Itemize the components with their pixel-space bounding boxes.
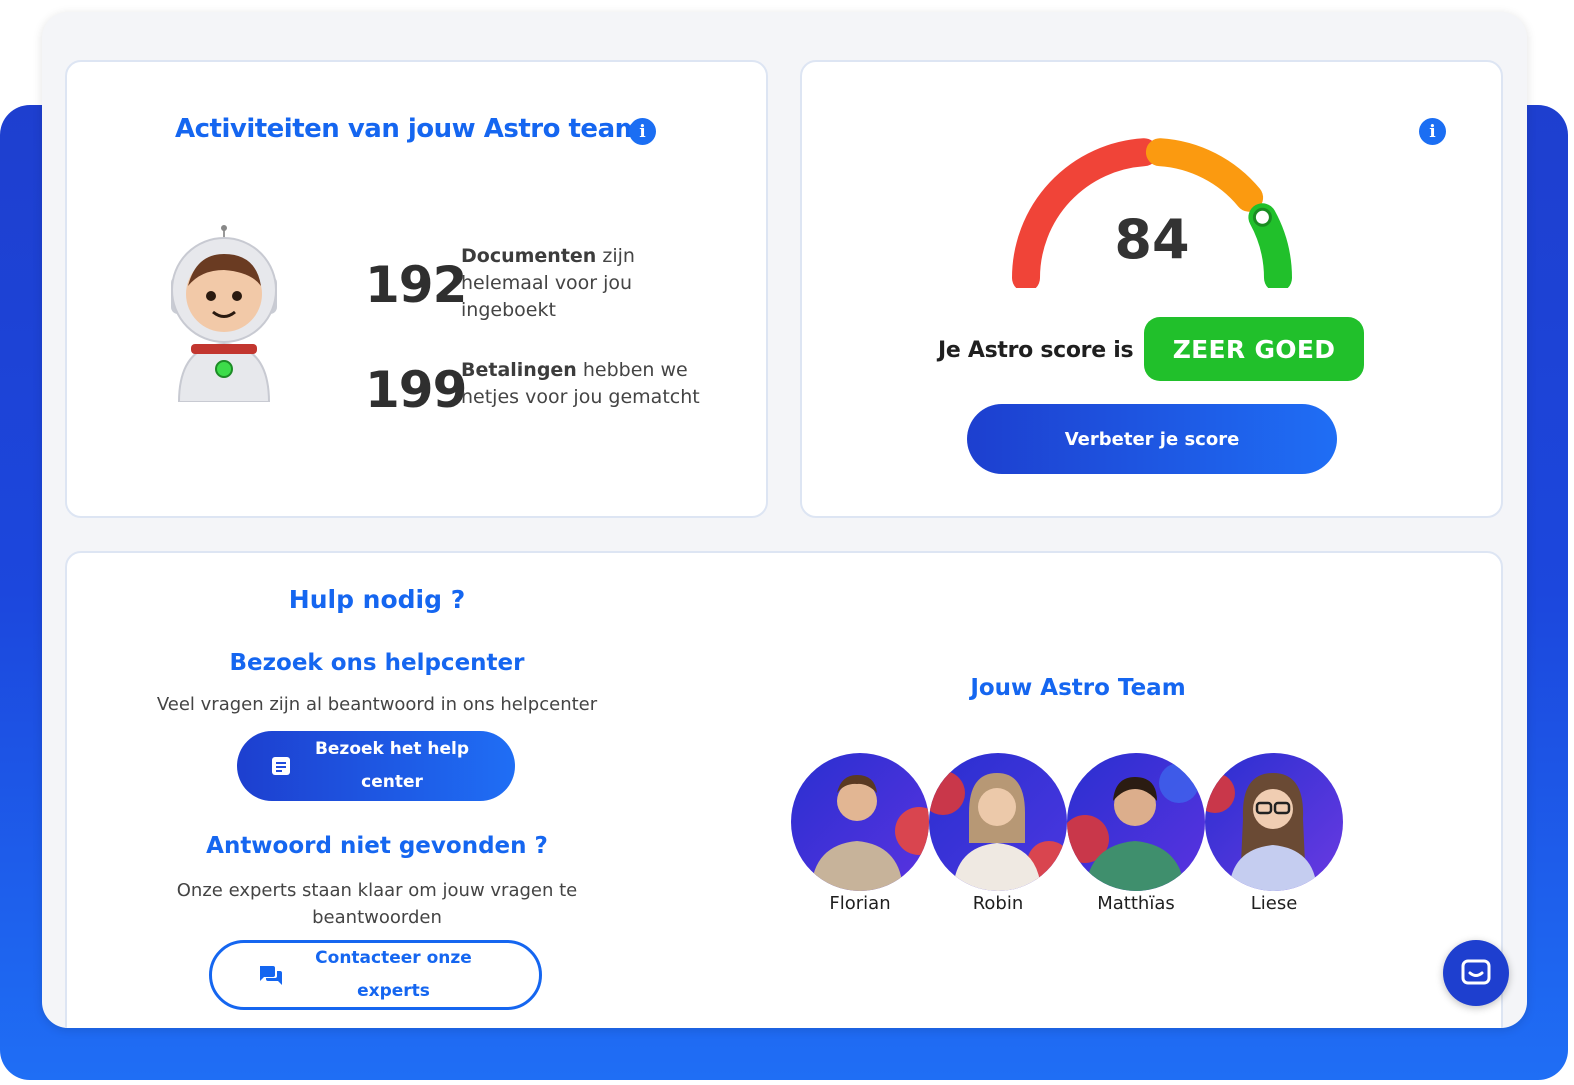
notfound-text: Onze experts staan klaar om jouw vragen … [176,880,578,928]
member-name: Liese [1250,893,1298,914]
improve-score-button[interactable]: Verbeter je score [967,404,1337,474]
stat-documents: 192 Documenten zijn helemaal voor jou in… [365,243,661,324]
dashboard-card: Activiteiten van jouw Astro team i 192 D… [42,12,1527,1028]
document-icon [272,757,290,775]
astronaut-mascot-icon [171,225,277,402]
info-icon[interactable]: i [1419,118,1446,145]
team-member-liese: Liese [1205,753,1343,914]
stat-number: 192 [365,256,467,314]
member-name: Matthïas [1097,893,1175,914]
visit-helpcenter-button[interactable]: Bezoek het help center [237,731,515,801]
help-column: Hulp nodig ? Bezoek ons helpcenter Veel … [67,553,687,1028]
stat-payments: 199 Betalingen hebben we netjes voor jou… [365,357,711,415]
help-panel: Hulp nodig ? Bezoek ons helpcenter Veel … [65,551,1503,1028]
team-member-robin: Robin [929,753,1067,914]
stat-description: Documenten zijn helemaal voor jou ingebo… [461,245,635,321]
visit-helpcenter-label: Bezoek het help center [314,739,470,792]
contact-experts-button[interactable]: Contacteer onze experts [209,940,542,1010]
chat-launcher-button[interactable] [1443,940,1509,1006]
member-name: Florian [829,893,891,914]
team-title: Jouw Astro Team [970,675,1186,701]
chat-bubbles-icon [259,966,282,985]
avatar [791,753,929,891]
activity-panel: Activiteiten van jouw Astro team i 192 D… [65,60,768,518]
chat-icon [1461,959,1491,985]
helpcenter-text: Veel vragen zijn al beantwoord in ons he… [156,694,598,715]
info-icon[interactable]: i [629,118,656,145]
score-label: Je Astro score is [938,338,1134,363]
stat-description: Betalingen hebben we netjes voor jou gem… [461,359,700,408]
stat-number: 199 [365,361,467,419]
help-title: Hulp nodig ? [288,585,466,614]
score-panel: i 84 Je Astro score is ZEER GOED Verbete… [800,60,1503,518]
helpcenter-title: Bezoek ons helpcenter [229,650,525,676]
avatar [1205,753,1343,891]
team-member-florian: Florian [791,753,929,914]
notfound-title: Antwoord niet gevonden ? [206,833,548,859]
avatar [1067,753,1205,891]
activity-title: Activiteiten van jouw Astro team [175,114,642,144]
contact-experts-label: Contacteer onze experts [315,948,472,1001]
score-badge: ZEER GOED [1144,317,1364,381]
score-value: 84 [1114,208,1189,271]
score-gauge: 84 [1012,138,1292,288]
team-member-matthias: Matthïas [1067,753,1205,914]
member-name: Robin [972,893,1024,914]
avatar [929,753,1067,891]
